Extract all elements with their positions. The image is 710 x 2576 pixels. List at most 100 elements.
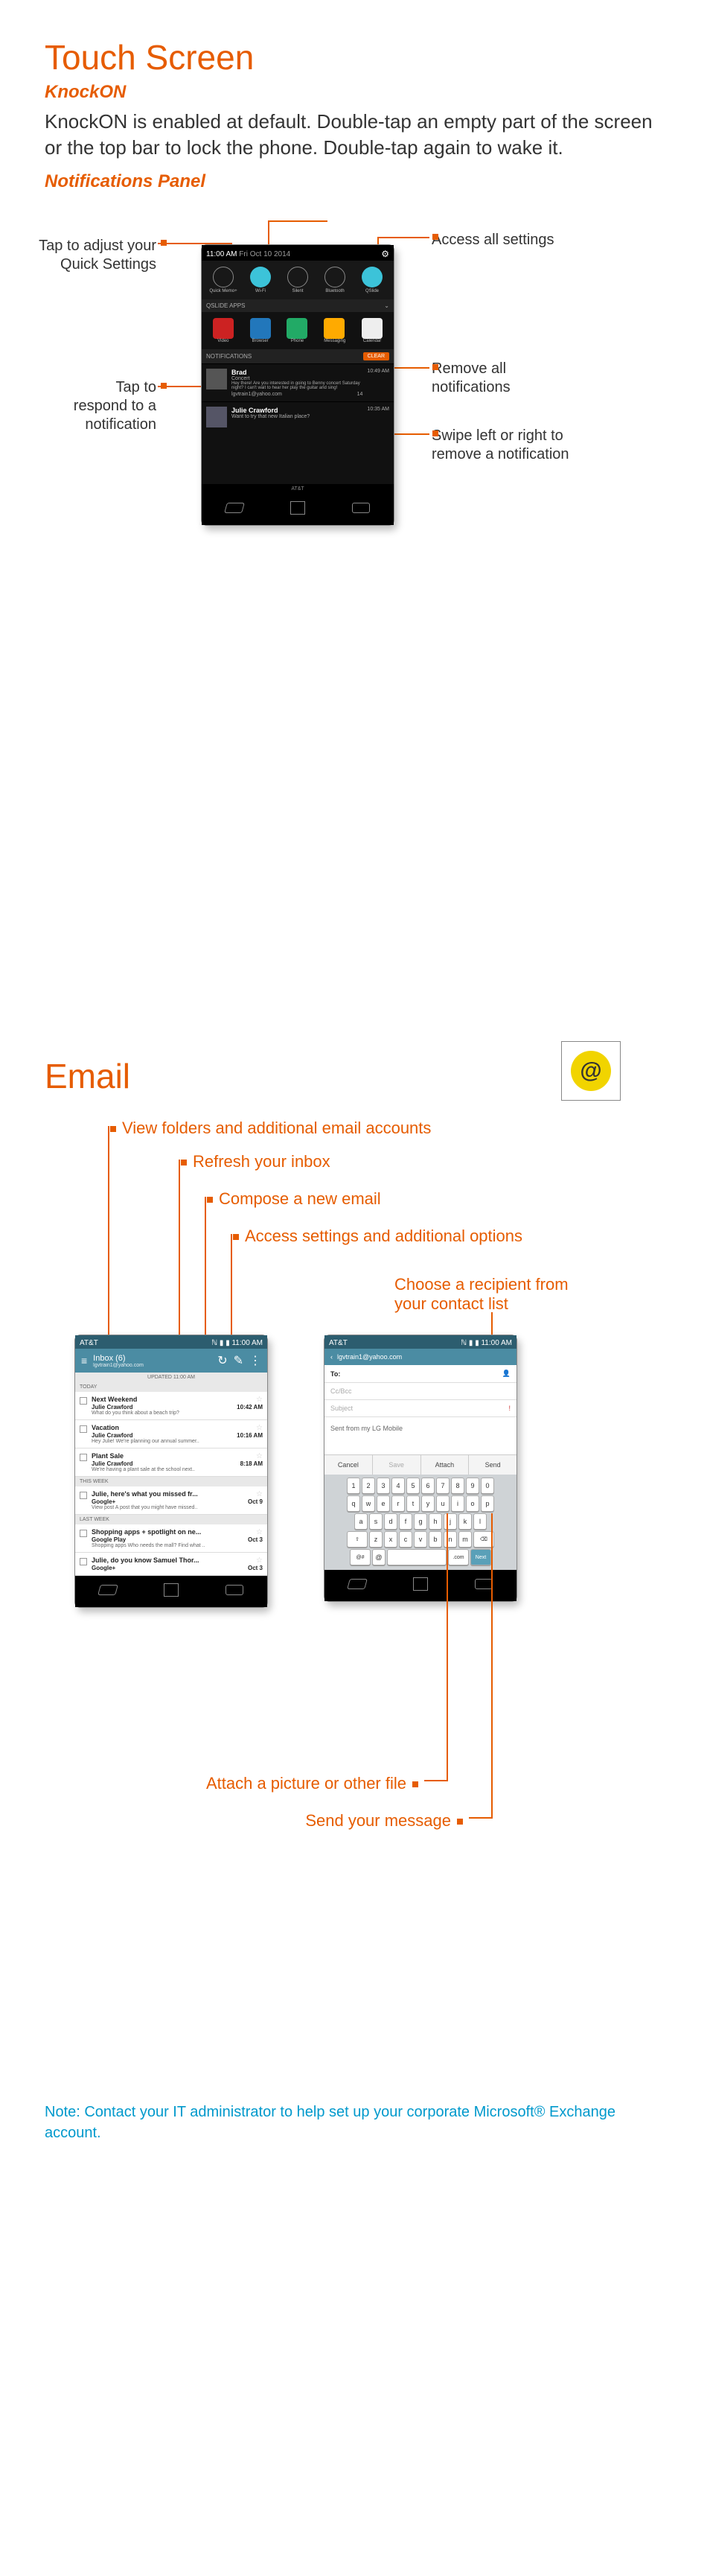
checkbox[interactable] <box>80 1425 87 1433</box>
knockon-body: KnockON is enabled at default. Double-ta… <box>45 109 665 161</box>
callout-compose: Compose a new email <box>201 1189 381 1209</box>
video-app-icon[interactable] <box>213 318 234 339</box>
priority-icon[interactable]: ! <box>508 1405 511 1412</box>
email-item[interactable]: Vacation☆ Julie Crawford10:16 AM Hey Jul… <box>75 1420 267 1448</box>
app-label: Browser <box>250 339 271 343</box>
callout-options: Access settings and additional options <box>227 1227 522 1246</box>
save-button[interactable]: Save <box>373 1455 421 1475</box>
email-app-icon: @ <box>561 1041 621 1101</box>
notification-count: 14 <box>357 392 363 397</box>
messaging-app-icon[interactable] <box>324 318 345 339</box>
phone-app-icon[interactable] <box>287 318 307 339</box>
silent-icon[interactable] <box>287 267 308 287</box>
quickmemo-icon[interactable] <box>213 267 234 287</box>
qslide-apps-row: Video Browser Phone Messaging Calendar <box>202 312 394 349</box>
app-label: Video <box>213 339 234 343</box>
carrier-label: AT&T <box>80 1339 98 1347</box>
recent-key-icon[interactable] <box>352 503 370 513</box>
app-label: Phone <box>287 339 307 343</box>
recent-key-icon[interactable] <box>226 1585 243 1595</box>
body-field[interactable]: Sent from my LG Mobile <box>324 1417 516 1454</box>
compose-icon[interactable]: ✎ <box>234 1353 243 1368</box>
inbox-label[interactable]: Inbox (6) <box>93 1354 211 1363</box>
shift-key-icon[interactable]: ⇧ <box>347 1531 368 1548</box>
back-key-icon[interactable] <box>97 1585 118 1595</box>
cc-field[interactable]: Cc/Bcc <box>324 1383 516 1400</box>
qslide-icon[interactable] <box>362 267 383 287</box>
inbox-phone: AT&T ℕ ▮ ▮ 11:00 AM ≡ Inbox (6) lgvtrain… <box>74 1335 268 1608</box>
exchange-note: Note: Contact your IT administrator to h… <box>45 2102 665 2143</box>
contact-picker-icon[interactable]: 👤 <box>502 1370 511 1378</box>
calendar-app-icon[interactable] <box>362 318 383 339</box>
callout-send: Send your message <box>260 1811 469 1831</box>
browser-app-icon[interactable] <box>250 318 271 339</box>
touch-screen-title: Touch Screen <box>45 37 665 77</box>
checkbox[interactable] <box>80 1530 87 1537</box>
wifi-icon[interactable] <box>250 267 271 287</box>
email-from: Julie Crawford <box>92 1432 133 1439</box>
to-field[interactable]: To: 👤 <box>324 1365 516 1383</box>
star-icon[interactable]: ☆ <box>256 1452 263 1460</box>
status-time: 11:00 AM <box>481 1339 512 1347</box>
star-icon[interactable]: ☆ <box>256 1490 263 1498</box>
send-button[interactable]: Send <box>469 1455 516 1475</box>
email-item[interactable]: Plant Sale☆ Julie Crawford8:18 AM We're … <box>75 1448 267 1477</box>
notifications-phone: 11:00 AM Fri Oct 10 2014 ⚙ Quick Memo+ W… <box>201 244 394 526</box>
email-item[interactable]: Julie, here's what you missed fr...☆ Goo… <box>75 1486 267 1515</box>
dotcom-key[interactable]: .com <box>448 1549 469 1565</box>
recent-key-icon[interactable] <box>475 1579 493 1589</box>
checkbox[interactable] <box>80 1454 87 1461</box>
email-item[interactable]: Next Weekend☆ Julie Crawford10:42 AM Wha… <box>75 1392 267 1420</box>
bluetooth-icon[interactable] <box>324 267 345 287</box>
chevron-down-icon[interactable]: ⌄ <box>384 302 389 309</box>
star-icon[interactable]: ☆ <box>256 1556 263 1565</box>
quick-settings-row[interactable]: Quick Memo+ Wi-Fi Silent Bluetooth QSlid… <box>202 261 394 299</box>
home-key-icon[interactable] <box>164 1583 179 1597</box>
star-icon[interactable]: ☆ <box>256 1528 263 1536</box>
status-bar: 11:00 AM Fri Oct 10 2014 ⚙ <box>202 245 394 261</box>
subject-field[interactable]: Subject! <box>324 1400 516 1417</box>
next-key[interactable]: Next <box>470 1549 491 1565</box>
email-item[interactable]: Julie, do you know Samuel Thor...☆ Googl… <box>75 1553 267 1576</box>
checkbox[interactable] <box>80 1397 87 1405</box>
status-time: 11:00 AM <box>231 1339 263 1347</box>
hamburger-icon[interactable]: ≡ <box>81 1355 87 1367</box>
star-icon[interactable]: ☆ <box>256 1424 263 1432</box>
callout-recipient: Choose a recipient from your contact lis… <box>394 1275 603 1314</box>
overflow-icon[interactable]: ⋮ <box>249 1353 261 1368</box>
notification-from: Julie Crawford <box>231 407 362 414</box>
notification-preview: Hey there! Are you interested in going t… <box>231 381 362 390</box>
keyboard[interactable]: 1234567890 qwertyuiop asdfghjkl ⇧zxcvbnm… <box>324 1475 516 1570</box>
email-title: Shopping apps + spotlight on ne... <box>92 1528 201 1536</box>
cancel-button[interactable]: Cancel <box>324 1455 373 1475</box>
back-key-icon[interactable] <box>347 1579 368 1589</box>
cc-placeholder: Cc/Bcc <box>330 1387 352 1395</box>
email-time: Oct 3 <box>248 1565 263 1571</box>
notification-item[interactable]: Brad Concert Hey there! Are you interest… <box>202 363 394 401</box>
checkbox[interactable] <box>80 1558 87 1565</box>
refresh-icon[interactable]: ↻ <box>217 1353 227 1368</box>
checkbox[interactable] <box>80 1492 87 1499</box>
back-icon[interactable]: ‹ <box>330 1353 333 1361</box>
status-bar: AT&T ℕ ▮ ▮ 11:00 AM <box>324 1335 516 1349</box>
email-item[interactable]: Shopping apps + spotlight on ne... ☆ Goog… <box>75 1524 267 1553</box>
star-icon[interactable]: ☆ <box>256 1396 263 1404</box>
section-last-week: LAST WEEK <box>75 1515 267 1524</box>
callout-attach: Attach a picture or other file <box>171 1774 424 1793</box>
email-title: Julie, do you know Samuel Thor... <box>92 1556 199 1565</box>
email-title: Julie, here's what you missed fr... <box>92 1490 198 1498</box>
home-key-icon[interactable] <box>290 501 305 515</box>
notification-item[interactable]: Julie Crawford Want to try that new Ital… <box>202 401 394 432</box>
qs-label: Wi-Fi <box>244 289 277 293</box>
carrier-label: AT&T <box>202 484 394 494</box>
email-preview: We're having a plant sale at the school … <box>92 1467 263 1472</box>
back-key-icon[interactable] <box>224 503 245 513</box>
email-from: Google Play <box>92 1536 126 1543</box>
email-preview: View post A post that you might have mis… <box>92 1505 263 1510</box>
callout-swipe: Swipe left or right to remove a notifica… <box>432 427 581 464</box>
clear-button[interactable]: CLEAR <box>363 352 389 360</box>
gear-icon[interactable]: ⚙ <box>381 249 389 259</box>
email-from: Julie Crawford <box>92 1404 133 1411</box>
home-key-icon[interactable] <box>413 1577 428 1591</box>
attach-button[interactable]: Attach <box>421 1455 470 1475</box>
